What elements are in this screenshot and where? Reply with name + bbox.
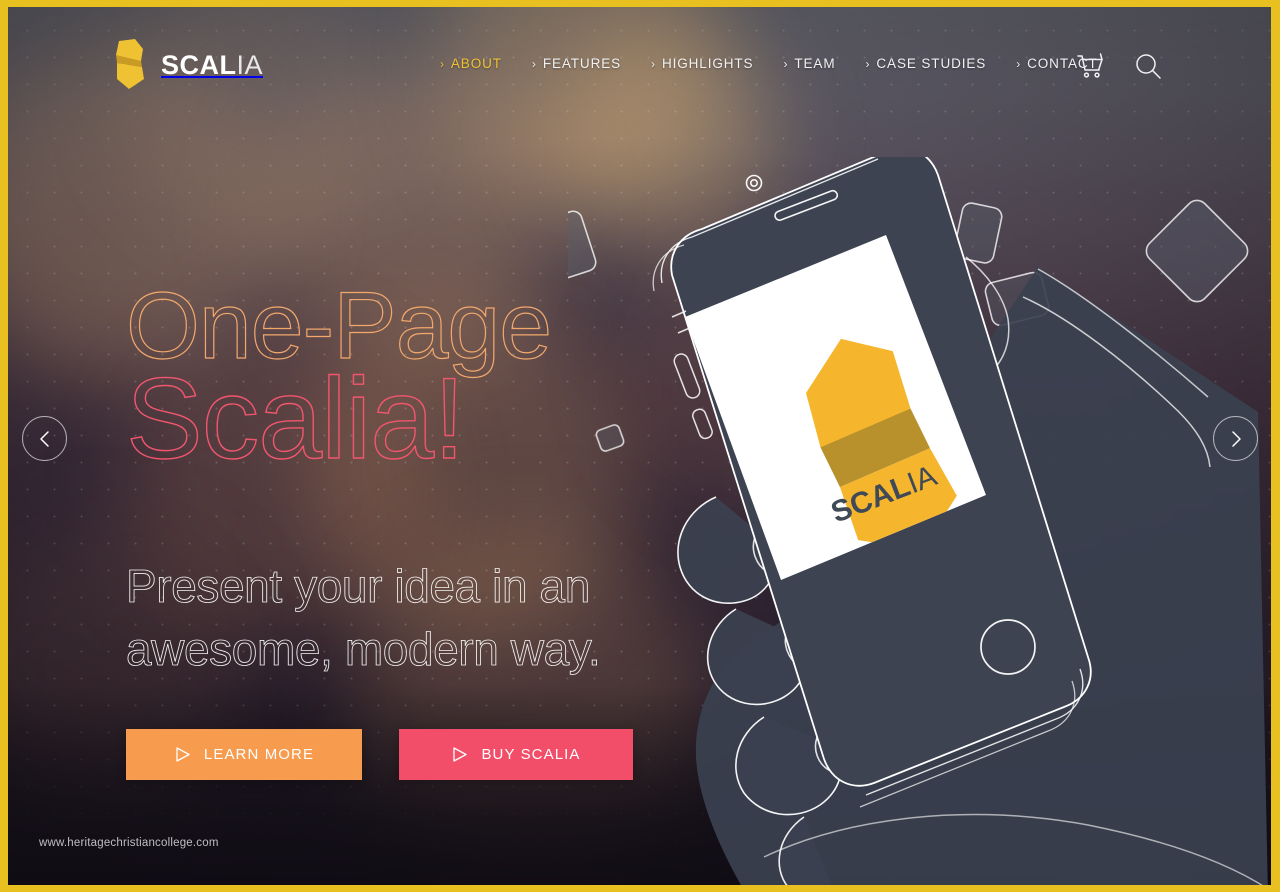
frame-border-bottom <box>0 885 1280 892</box>
brand-name: SCALIA <box>161 50 263 81</box>
chevron-right-icon: › <box>783 56 789 71</box>
play-triangle-icon <box>176 747 190 762</box>
chevron-right-icon <box>1231 430 1241 447</box>
hand-holding-smartphone-line-art: SCALIA <box>568 157 1268 885</box>
carousel-prev-button[interactable] <box>22 416 67 461</box>
buy-scalia-label: BUY SCALIA <box>481 746 581 763</box>
nav-item-case-studies[interactable]: › CASE STUDIES <box>865 56 986 71</box>
nav-label: ABOUT <box>450 56 502 71</box>
nav-label: FEATURES <box>542 56 622 71</box>
chevron-right-icon: › <box>651 56 656 71</box>
play-triangle-icon <box>453 747 468 762</box>
floating-shape <box>595 424 625 452</box>
hero-headline-line2: Scalia! <box>125 355 466 484</box>
nav-item-team[interactable]: › TEAM <box>783 56 835 71</box>
hero-cta-row: LEARN MORE BUY SCALIA <box>126 729 633 780</box>
chevron-right-icon: › <box>440 56 445 71</box>
chevron-right-icon: › <box>1016 56 1022 71</box>
nav-label: CASE STUDIES <box>876 56 987 71</box>
nav-item-about[interactable]: › ABOUT <box>440 56 502 71</box>
learn-more-label: LEARN MORE <box>203 746 315 763</box>
floating-shape <box>1145 199 1249 303</box>
frame-border-right <box>1271 0 1280 892</box>
chevron-left-icon <box>39 430 49 447</box>
chevron-right-icon: › <box>531 56 537 71</box>
search-icon[interactable] <box>1133 51 1163 81</box>
frame-border-top <box>0 0 1280 7</box>
nav-item-highlights[interactable]: › HIGHLIGHTS <box>651 56 753 71</box>
nav-label: HIGHLIGHTS <box>661 56 754 71</box>
brand-name-light: IA <box>236 49 264 80</box>
brand-logo[interactable]: SCALIA <box>113 39 263 91</box>
hero-subheadline: Present your idea in an awesome, modern … <box>126 560 602 676</box>
frame-border-left <box>0 0 8 892</box>
floating-shape <box>568 210 597 286</box>
nav-item-features[interactable]: › FEATURES <box>532 56 621 71</box>
scalia-ribbon-logo <box>116 39 144 89</box>
hero-stage: SCALIA SCALIA › ABOUT › FEATURES › HIGHL… <box>8 7 1271 885</box>
buy-scalia-button[interactable]: BUY SCALIA <box>399 729 633 780</box>
header-icons <box>1075 51 1163 81</box>
main-nav: › ABOUT › FEATURES › HIGHLIGHTS › TEAM › <box>440 56 1128 71</box>
carousel-next-button[interactable] <box>1213 416 1258 461</box>
hero-copy: One-Page Scalia! <box>125 278 552 484</box>
watermark-text: www.heritagechristiancollege.com <box>39 837 219 849</box>
site-header: SCALIA › ABOUT › FEATURES › HIGHLIGHTS › <box>8 7 1271 117</box>
chevron-right-icon: › <box>865 56 871 71</box>
learn-more-button[interactable]: LEARN MORE <box>126 729 362 780</box>
cart-icon[interactable] <box>1075 51 1105 81</box>
brand-name-bold: SCAL <box>161 49 237 80</box>
page-root: SCALIA SCALIA › ABOUT › FEATURES › HIGHL… <box>0 0 1280 892</box>
nav-label: TEAM <box>794 56 836 71</box>
